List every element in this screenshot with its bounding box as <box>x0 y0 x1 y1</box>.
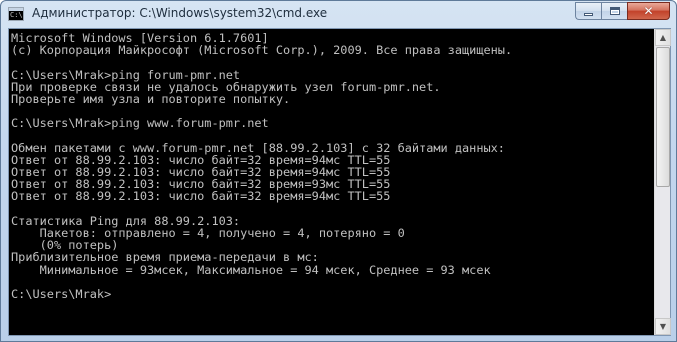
minimize-icon <box>584 12 593 16</box>
scroll-down-button[interactable]: ▼ <box>655 318 671 335</box>
close-icon: ✕ <box>643 4 654 18</box>
window-controls: ✕ <box>575 2 670 20</box>
chevron-up-icon: ▲ <box>659 32 667 42</box>
console-client-area: Microsoft Windows [Version 6.1.7601] (c) … <box>8 28 671 336</box>
chevron-down-icon: ▼ <box>659 321 667 331</box>
cmd-app-icon-text: C:\ <box>10 11 23 19</box>
console-output[interactable]: Microsoft Windows [Version 6.1.7601] (c) … <box>9 29 654 335</box>
vertical-scrollbar[interactable]: ▲ ▼ <box>654 29 671 335</box>
console-line: C:\Users\Mrak>ping forum-pmr.net <box>11 67 241 82</box>
console-line: Минимальное = 93мсек, Максимальное = 94 … <box>11 262 491 277</box>
console-line: C:\Users\Mrak> <box>11 286 112 301</box>
window-title: Администратор: C:\Windows\system32\cmd.e… <box>32 6 328 20</box>
console-line: Ответ от 88.99.2.103: число байт=32 врем… <box>11 189 391 204</box>
maximize-button[interactable] <box>601 2 627 20</box>
scrollbar-thumb[interactable] <box>656 47 670 187</box>
console-line: Приблизительное время приема-передачи в … <box>11 250 319 265</box>
cmd-window: C:\ Администратор: C:\Windows\system32\c… <box>0 0 677 342</box>
title-bar[interactable]: C:\ Администратор: C:\Windows\system32\c… <box>1 1 676 28</box>
maximize-icon <box>609 7 620 15</box>
console-line: C:\Users\Mrak>ping www.forum-pmr.net <box>11 116 269 131</box>
console-line: Проверьте имя узла и повторите попытку. <box>11 91 291 106</box>
close-button[interactable]: ✕ <box>627 2 670 20</box>
minimize-button[interactable] <box>575 2 601 20</box>
scroll-up-button[interactable]: ▲ <box>655 29 671 46</box>
cmd-app-icon[interactable]: C:\ <box>8 7 24 21</box>
console-line: (c) Корпорация Майкрософт (Microsoft Cor… <box>11 43 513 58</box>
